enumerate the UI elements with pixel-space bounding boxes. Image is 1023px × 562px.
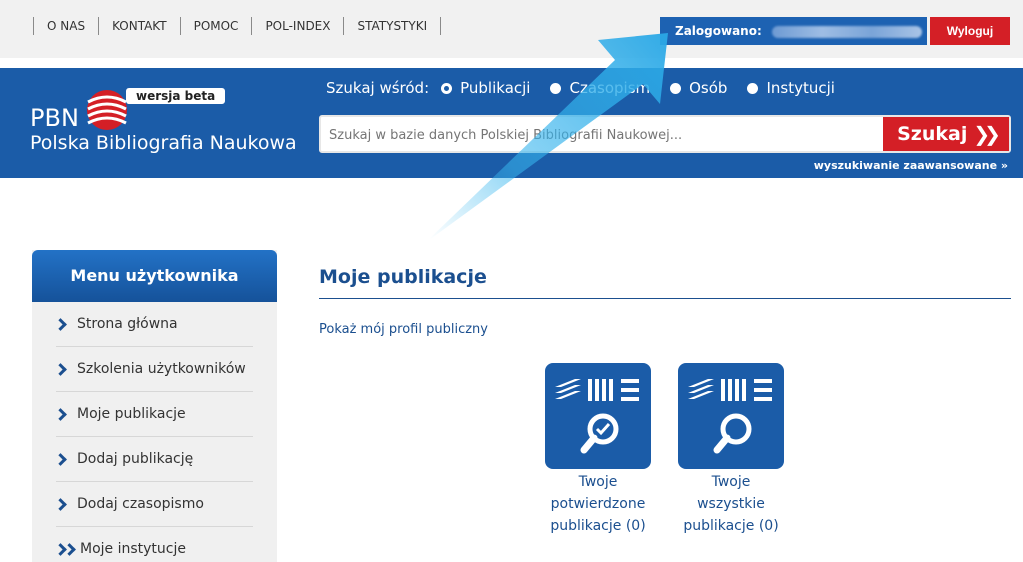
sidebar-item-my-institutions[interactable]: Moje instytucje	[54, 527, 253, 562]
public-profile-link[interactable]: Pokaż mój profil publiczny	[319, 322, 488, 337]
radio-icon[interactable]	[550, 82, 562, 94]
logout-button[interactable]: Wyloguj	[930, 17, 1010, 45]
sidebar-item-label: Moje instytucje	[80, 541, 186, 557]
sidebar-item-label: Strona główna	[77, 316, 178, 332]
all-publications-icon[interactable]	[678, 363, 784, 469]
top-nav-statistics-link[interactable]: STATYSTYKI	[343, 17, 442, 35]
chevron-right-icon	[54, 317, 67, 331]
logo-short-name: PBN	[30, 104, 79, 132]
site-header: PBN wersja beta Polska Bibliografia Nauk…	[0, 68, 1023, 178]
sidebar-item-label: Moje publikacje	[77, 406, 186, 422]
blurred-username	[771, 25, 922, 38]
scope-option-label: Publikacji	[460, 79, 531, 97]
double-chevron-right-icon-part	[63, 542, 76, 556]
scope-option-label: Osób	[689, 79, 728, 97]
scope-option-label: Czasopism	[569, 79, 651, 97]
chevron-right-icon	[54, 497, 67, 511]
tile-label-line: potwierdzone	[550, 496, 646, 512]
tile-label-line: publikacje (0)	[550, 518, 646, 534]
top-nav-about-link[interactable]: O NAS	[33, 17, 98, 35]
search-input[interactable]	[329, 125, 869, 145]
pbn-logo[interactable]: PBN wersja beta Polska Bibliografia Nauk…	[30, 86, 297, 166]
double-chevron-right-icon: ❯❯	[973, 122, 1000, 146]
search-scope-selector: Szukaj wśród: Publikacji Czasopism Osób …	[326, 78, 1016, 98]
title-divider	[319, 298, 1011, 299]
search-scope-label: Szukaj wśród:	[326, 79, 430, 97]
logged-in-indicator: Zalogowano:	[660, 17, 927, 45]
sidebar-item-label: Szkolenia użytkowników	[77, 361, 246, 377]
tile-confirmed-publications[interactable]: Twoje potwierdzone publikacje (0)	[545, 363, 651, 537]
radio-selected-icon[interactable]	[441, 82, 453, 94]
chevron-right-icon	[54, 362, 67, 376]
user-menu-sidebar: Menu użytkownika Strona główna Szkolenia…	[32, 250, 277, 562]
top-nav: O NAS KONTAKT POMOC POL-INDEX STATYSTYKI	[33, 17, 442, 35]
search-panel: Szukaj wśród: Publikacji Czasopism Osób …	[319, 78, 1016, 172]
radio-icon[interactable]	[747, 82, 759, 94]
scope-option-journals[interactable]: Czasopism	[550, 79, 650, 97]
search-bar: Szukaj ❯❯	[319, 115, 1011, 153]
tile-label-line: Twoje	[711, 474, 751, 490]
sidebar-item-add-publication[interactable]: Dodaj publikację	[54, 437, 253, 482]
confirmed-publications-icon[interactable]	[545, 363, 651, 469]
tile-label[interactable]: Twoje potwierdzone publikacje (0)	[545, 471, 651, 537]
sidebar-item-trainings[interactable]: Szkolenia użytkowników	[54, 347, 253, 392]
top-nav-help-link[interactable]: POMOC	[179, 17, 252, 35]
top-bar: O NAS KONTAKT POMOC POL-INDEX STATYSTYKI…	[0, 0, 1023, 58]
beta-badge: wersja beta	[126, 88, 226, 104]
user-menu-list: Strona główna Szkolenia użytkowników Moj…	[32, 302, 277, 562]
tile-label-line: wszystkie	[697, 496, 765, 512]
search-button[interactable]: Szukaj ❯❯	[883, 117, 1009, 151]
logo-full-name: Polska Bibliografia Naukowa	[30, 132, 297, 154]
radio-icon[interactable]	[670, 82, 682, 94]
chevron-right-icon	[54, 407, 67, 421]
scope-option-people[interactable]: Osób	[670, 79, 727, 97]
user-menu-title: Menu użytkownika	[32, 250, 277, 302]
scope-option-publications[interactable]: Publikacji	[441, 79, 530, 97]
tile-all-publications[interactable]: Twoje wszystkie publikacje (0)	[678, 363, 784, 537]
tile-label[interactable]: Twoje wszystkie publikacje (0)	[678, 471, 784, 537]
top-nav-contact-link[interactable]: KONTAKT	[98, 17, 180, 35]
scope-option-institutions[interactable]: Instytucji	[747, 79, 835, 97]
top-nav-pol-index-link[interactable]: POL-INDEX	[251, 17, 343, 35]
chevron-right-icon	[54, 452, 67, 466]
scope-option-label: Instytucji	[766, 79, 835, 97]
search-button-label: Szukaj	[897, 123, 968, 145]
tile-label-line: publikacje (0)	[683, 518, 779, 534]
sidebar-item-add-journal[interactable]: Dodaj czasopismo	[54, 482, 253, 527]
page-title: Moje publikacje	[319, 266, 487, 288]
sidebar-item-label: Dodaj publikację	[77, 451, 194, 467]
sidebar-item-home[interactable]: Strona główna	[54, 302, 253, 347]
sidebar-item-my-publications[interactable]: Moje publikacje	[54, 392, 253, 437]
advanced-search-link[interactable]: wyszukiwanie zaawansowane »	[814, 159, 1008, 172]
logged-in-label: Zalogowano:	[675, 24, 762, 38]
sidebar-item-label: Dodaj czasopismo	[77, 496, 204, 512]
tile-label-line: Twoje	[578, 474, 618, 490]
